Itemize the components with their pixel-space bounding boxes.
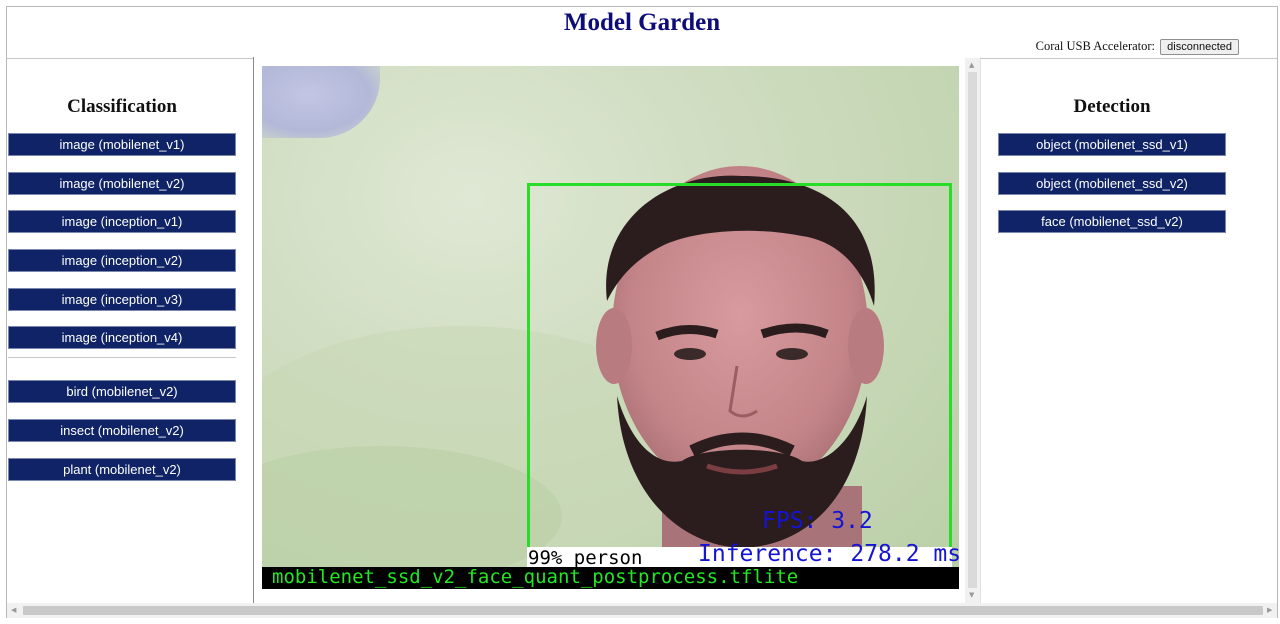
detection-button-object-mobilenet-ssd-v2[interactable]: object (mobilenet_ssd_v2) bbox=[998, 172, 1226, 195]
model-file-label: mobilenet_ssd_v2_face_quant_postprocess.… bbox=[272, 566, 799, 588]
fps-readout: FPS: 3.2 bbox=[762, 508, 873, 534]
detection-button-face-mobilenet-ssd-v2[interactable]: face (mobilenet_ssd_v2) bbox=[998, 210, 1226, 233]
classification-button-image-inception-v1[interactable]: image (inception_v1) bbox=[8, 210, 236, 233]
classification-button-image-inception-v3[interactable]: image (inception_v3) bbox=[8, 288, 236, 311]
scroll-up-arrow-icon[interactable]: ▲ bbox=[969, 61, 974, 69]
page-horizontal-scrollbar[interactable]: ◀ ▶ bbox=[7, 603, 1277, 618]
detection-bounding-box bbox=[527, 183, 952, 568]
page-title: Model Garden bbox=[563, 9, 721, 36]
detection-button-object-mobilenet-ssd-v1[interactable]: object (mobilenet_ssd_v1) bbox=[998, 133, 1226, 156]
page-scroll-thumb[interactable] bbox=[23, 606, 1263, 615]
inference-readout: Inference: 278.2 ms bbox=[698, 541, 959, 567]
scroll-left-arrow-icon[interactable]: ◀ bbox=[11, 606, 16, 614]
video-panel-scrollbar[interactable]: ▲ ▼ bbox=[965, 58, 980, 603]
coral-label: Coral USB Accelerator: bbox=[1035, 39, 1156, 53]
coral-connect-button[interactable]: disconnected bbox=[1160, 39, 1239, 56]
scroll-right-arrow-icon[interactable]: ▶ bbox=[1267, 606, 1272, 614]
classification-button-image-mobilenet-v1[interactable]: image (mobilenet_v1) bbox=[8, 133, 236, 156]
scroll-down-arrow-icon[interactable]: ▼ bbox=[969, 591, 974, 599]
classification-title: Classification bbox=[67, 96, 177, 117]
video-panel-scroll-thumb[interactable] bbox=[968, 72, 977, 588]
classification-button-image-inception-v2[interactable]: image (inception_v2) bbox=[8, 249, 236, 272]
classification-divider bbox=[8, 357, 236, 358]
classification-button-plant[interactable]: plant (mobilenet_v2) bbox=[8, 458, 236, 481]
classification-button-bird[interactable]: bird (mobilenet_v2) bbox=[8, 380, 236, 403]
camera-feed: 99% person FPS: 3.2 Inference: 278.2 ms … bbox=[262, 66, 959, 589]
detection-title: Detection bbox=[1073, 96, 1151, 117]
classification-button-image-inception-v4[interactable]: image (inception_v4) bbox=[8, 326, 236, 349]
page-header: Model Garden Coral USB Accelerator: disc… bbox=[7, 7, 1277, 59]
coral-status: Coral USB Accelerator: disconnected bbox=[1035, 39, 1239, 56]
classification-button-insect[interactable]: insect (mobilenet_v2) bbox=[8, 419, 236, 442]
classification-button-image-mobilenet-v2[interactable]: image (mobilenet_v2) bbox=[8, 172, 236, 195]
